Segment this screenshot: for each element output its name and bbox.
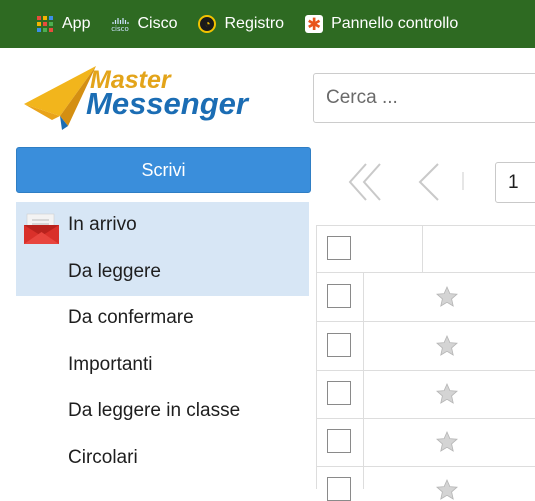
bookmark-label: Pannello controllo xyxy=(331,15,459,32)
folder-label: Da leggere in classe xyxy=(68,400,241,422)
search-input[interactable] xyxy=(313,73,535,123)
folder-label: Da confermare xyxy=(68,307,194,329)
master-messenger-logo[interactable]: Master Messenger xyxy=(22,62,248,132)
folder-label: Circolari xyxy=(68,446,138,468)
folder-list: In arrivo Da leggere Da confermare Impor… xyxy=(16,202,309,481)
row-checkbox[interactable] xyxy=(327,284,351,308)
compose-label: Scrivi xyxy=(141,159,186,180)
apps-grid-icon xyxy=(36,15,54,33)
folder-circolari[interactable]: Circolari xyxy=(16,435,309,482)
folder-importanti[interactable]: Importanti xyxy=(16,342,309,389)
bookmark-registro[interactable]: ◔ Registro xyxy=(198,15,284,33)
table-border xyxy=(316,370,535,371)
pannello-icon: ✱ xyxy=(305,14,324,34)
star-icon[interactable] xyxy=(436,431,458,453)
folder-label: Da leggere xyxy=(68,260,161,282)
star-icon[interactable] xyxy=(436,335,458,357)
logo-text-messenger: Messenger xyxy=(86,86,248,121)
bookmark-label: App xyxy=(62,15,91,32)
table-border xyxy=(316,225,535,226)
table-border xyxy=(316,272,535,273)
select-all-checkbox[interactable] xyxy=(327,236,351,260)
envelope-icon xyxy=(24,213,59,244)
page-number-input[interactable] xyxy=(495,162,535,203)
star-icon[interactable] xyxy=(436,286,458,308)
star-icon[interactable] xyxy=(436,383,458,405)
row-checkbox[interactable] xyxy=(327,429,351,453)
pagination-divider xyxy=(462,172,464,190)
svg-text:cisco: cisco xyxy=(112,25,130,33)
header-column-divider xyxy=(422,225,423,272)
bookmark-label: Registro xyxy=(224,15,285,32)
row-checkbox[interactable] xyxy=(327,381,351,405)
compose-button[interactable]: Scrivi xyxy=(16,147,311,193)
table-border xyxy=(316,418,535,419)
row-checkbox[interactable] xyxy=(327,333,351,357)
column-divider xyxy=(363,272,364,489)
table-border xyxy=(316,321,535,322)
folder-in-arrivo[interactable]: In arrivo xyxy=(16,202,309,249)
folder-da-leggere[interactable]: Da leggere xyxy=(16,249,309,296)
bookmark-label: Cisco xyxy=(137,15,178,32)
registro-icon: ◔ xyxy=(198,15,217,33)
star-icon[interactable] xyxy=(436,479,458,501)
first-page-icon[interactable] xyxy=(346,160,386,204)
folder-label: In arrivo xyxy=(68,214,137,236)
folder-da-leggere-in-classe[interactable]: Da leggere in classe xyxy=(16,388,309,435)
bookmark-app[interactable]: App xyxy=(36,15,90,33)
previous-page-icon[interactable] xyxy=(412,160,444,204)
bookmarks-bar: App cisco Cisco ◔ Registro ✱ Pannello co… xyxy=(0,0,535,48)
folder-label: Importanti xyxy=(68,353,153,375)
table-border xyxy=(316,466,535,467)
cisco-icon: cisco xyxy=(111,15,129,33)
bookmark-pannello-controllo[interactable]: ✱ Pannello controllo xyxy=(305,15,458,33)
row-checkbox[interactable] xyxy=(327,477,351,501)
bookmark-cisco[interactable]: cisco Cisco xyxy=(111,15,178,33)
folder-da-confermare[interactable]: Da confermare xyxy=(16,295,309,342)
